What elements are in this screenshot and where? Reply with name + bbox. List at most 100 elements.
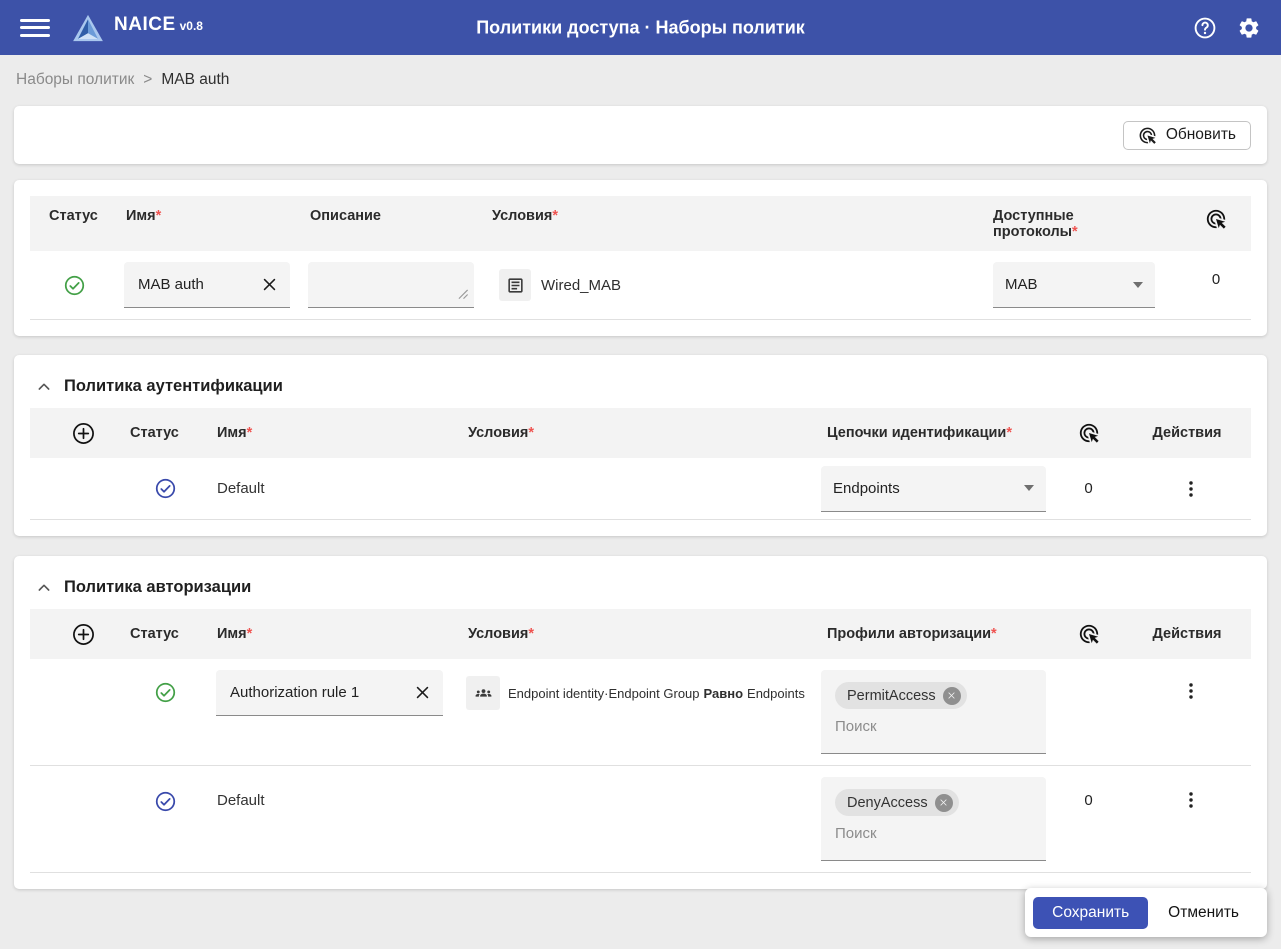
status-default-icon[interactable]	[155, 791, 176, 812]
required-asterisk: *	[552, 208, 558, 224]
col-description: Описание	[302, 208, 486, 224]
col-protocols: Доступные протоколы*	[981, 208, 1099, 240]
identity-chain-select[interactable]: Endpoints	[821, 466, 1046, 512]
policy-set-table-header: Статус Имя* Описание Условия* Доступные …	[30, 196, 1251, 251]
required-asterisk: *	[991, 626, 997, 642]
toolbar-card: Обновить	[14, 106, 1267, 164]
condition-group-iconbox	[466, 676, 500, 710]
condition-text: Endpoint identity·Endpoint Group РавноEnd…	[508, 686, 805, 701]
condition-value: Endpoints	[747, 686, 805, 701]
name-cell	[118, 262, 302, 308]
collapse-chevron-icon[interactable]	[36, 379, 52, 395]
status-default-icon[interactable]	[155, 478, 176, 499]
required-asterisk: *	[156, 208, 162, 224]
add-authorization-rule-button[interactable]	[72, 623, 95, 646]
condition-label: Wired_MAB	[541, 277, 621, 294]
chevron-down-icon	[1133, 282, 1143, 288]
authorization-rule-name-field[interactable]	[216, 670, 443, 716]
authentication-section-title: Политика аутентификации	[64, 377, 283, 396]
save-button[interactable]: Сохранить	[1033, 897, 1148, 929]
chevron-down-icon	[1024, 485, 1034, 491]
required-asterisk: *	[1006, 425, 1012, 441]
authentication-policy-card: Политика аутентификации Статус Имя* Усло…	[14, 355, 1267, 536]
protocols-cell: MAB	[981, 262, 1181, 308]
document-icon	[506, 276, 525, 295]
add-authentication-rule-button[interactable]	[72, 422, 95, 445]
hits-value: 0	[1046, 480, 1131, 497]
policy-set-row: Wired_MAB MAB 0	[30, 251, 1251, 320]
cancel-button[interactable]: Отменить	[1148, 904, 1259, 922]
authorization-table-header: Статус Имя* Условия* Профили авторизации…	[30, 609, 1251, 659]
status-enabled-icon[interactable]	[64, 275, 85, 296]
gear-icon[interactable]	[1237, 16, 1261, 40]
description-cell	[302, 262, 486, 308]
policy-set-name-field[interactable]	[124, 262, 290, 308]
brand-name: NAICE	[114, 14, 176, 36]
help-icon[interactable]	[1193, 16, 1217, 40]
authorization-profiles-field[interactable]: PermitAccess Поиск	[821, 670, 1046, 754]
remove-chip-icon[interactable]	[943, 687, 961, 705]
authorization-section-title: Политика авторизации	[64, 578, 251, 597]
required-asterisk: *	[247, 425, 253, 441]
app-logo: NAICE v0.8	[72, 14, 203, 42]
protocols-selected-value: MAB	[1005, 276, 1038, 293]
clear-name-icon[interactable]	[414, 684, 431, 701]
authorization-profiles-field[interactable]: DenyAccess Поиск	[821, 777, 1046, 861]
required-asterisk: *	[528, 425, 534, 441]
page-title: Политики доступа · Наборы политик	[476, 17, 805, 38]
condition-prefix: Endpoint identity·Endpoint Group	[508, 686, 700, 701]
required-asterisk: *	[528, 626, 534, 642]
row-actions-kebab-icon[interactable]	[1180, 478, 1202, 500]
protocols-select[interactable]: MAB	[993, 262, 1155, 308]
profiles-search-placeholder[interactable]: Поиск	[835, 718, 1032, 735]
hit-counter-icon	[1205, 208, 1227, 230]
add-rule-cell	[30, 623, 130, 646]
policy-set-description-input[interactable]	[320, 275, 462, 294]
refresh-hits-button[interactable]: Обновить	[1123, 121, 1251, 150]
row-actions-kebab-icon[interactable]	[1180, 680, 1202, 702]
status-enabled-icon[interactable]	[155, 682, 176, 703]
col-status: Статус	[130, 626, 200, 642]
col-actions: Действия	[1131, 425, 1251, 441]
hamburger-menu-icon[interactable]	[20, 16, 50, 40]
required-asterisk: *	[247, 626, 253, 642]
col-conditions: Условия*	[486, 208, 981, 224]
policy-set-name-input[interactable]	[136, 275, 261, 294]
profiles-cell: DenyAccess Поиск	[821, 777, 1046, 861]
profile-chip-label: DenyAccess	[847, 795, 928, 811]
status-cell	[130, 777, 200, 812]
clear-name-icon[interactable]	[261, 276, 278, 293]
authentication-row-default: Default Endpoints 0	[30, 458, 1251, 520]
naice-logo-icon	[72, 14, 104, 42]
breadcrumb: Наборы политик > MAB auth	[0, 55, 1281, 105]
breadcrumb-current: MAB auth	[161, 71, 229, 89]
policy-set-description-field[interactable]	[308, 262, 474, 308]
col-status: Статус	[130, 425, 200, 441]
col-status: Статус	[30, 208, 118, 224]
col-name: Имя*	[200, 626, 450, 642]
identity-chain-selected-value: Endpoints	[833, 480, 900, 497]
rule-name: Default	[200, 480, 450, 497]
profile-chip-label: PermitAccess	[847, 688, 936, 704]
identity-chain-cell: Endpoints	[821, 466, 1046, 512]
remove-chip-icon[interactable]	[935, 794, 953, 812]
collapse-chevron-icon[interactable]	[36, 580, 52, 596]
col-identity-chains: Цепочки идентификации*	[821, 425, 1046, 441]
resize-handle-icon[interactable]	[458, 289, 469, 300]
profiles-search-placeholder[interactable]: Поиск	[835, 825, 1032, 842]
authorization-row-rule1: Endpoint identity·Endpoint Group РавноEnd…	[30, 659, 1251, 766]
authorization-rule-name-input[interactable]	[228, 683, 414, 702]
profiles-cell: PermitAccess Поиск	[821, 670, 1046, 754]
breadcrumb-parent-link[interactable]: Наборы политик	[16, 71, 134, 89]
conditions-cell[interactable]: Endpoint identity·Endpoint Group РавноEnd…	[450, 676, 821, 710]
hit-counter-icon	[1078, 623, 1100, 645]
col-profiles: Профили авторизации*	[821, 626, 1046, 642]
condition-operator: Равно	[704, 686, 744, 701]
col-conditions: Условия*	[450, 425, 821, 441]
condition-library-iconbox	[499, 269, 531, 301]
row-actions-kebab-icon[interactable]	[1180, 789, 1202, 811]
profile-chip: PermitAccess	[835, 682, 967, 709]
col-name: Имя*	[118, 208, 302, 224]
conditions-cell[interactable]: Wired_MAB	[486, 269, 981, 301]
col-conditions: Условия*	[450, 626, 821, 642]
